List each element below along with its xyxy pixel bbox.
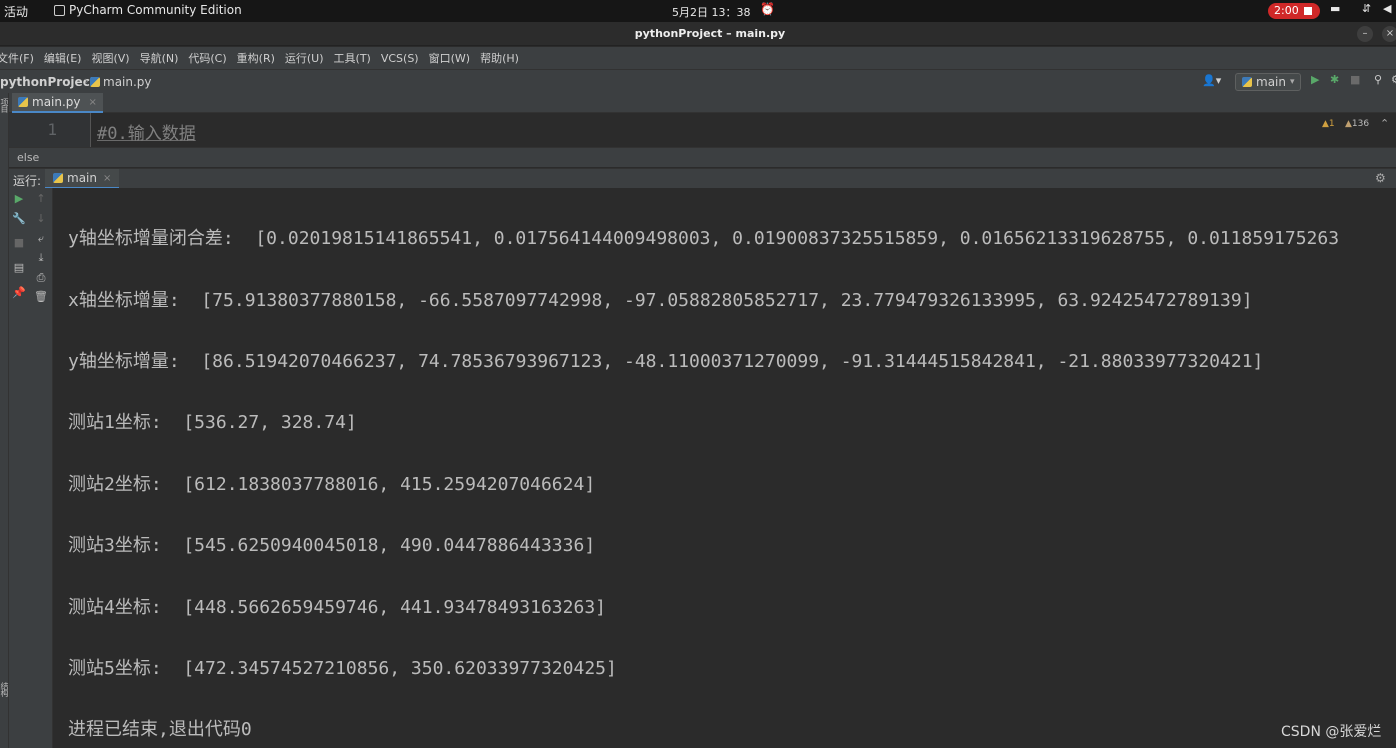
window-title: pythonProject – main.py [634,27,786,40]
weak-warning-count[interactable]: ▲136 [1345,119,1369,129]
stop-recording-icon [1304,7,1312,15]
console-line: 测站4坐标: [448.5662659459746, 441.934784931… [68,597,606,618]
menu-run[interactable]: 运行(U) [280,50,329,66]
console-line: 测站5坐标: [472.34574527210856, 350.62033977… [68,658,617,679]
console-line: 测站1坐标: [536.27, 328.74] [68,412,357,433]
rerun-button[interactable]: ▶ [12,192,26,205]
app-name: PyCharm Community Edition [69,3,242,17]
debug-button[interactable]: ✱ [1330,73,1339,86]
console-line: y轴坐标增量闭合差: [0.02019815141865541, 0.01756… [68,228,1340,249]
code-line[interactable]: #0.输入数据 [97,119,196,144]
csdn-watermark: CSDN @张爱烂 [1281,724,1382,740]
alarm-bell-icon: ⏰ [760,2,775,16]
run-button[interactable]: ▶ [1311,73,1319,86]
menu-tools[interactable]: 工具(T) [329,50,376,66]
pin-icon[interactable]: 📌 [12,286,26,299]
window-title-bar: pythonProject – main.py – × [0,22,1396,46]
user-account-icon[interactable]: 👤▾ [1202,74,1221,87]
menu-help[interactable]: 帮助(H) [475,50,524,66]
python-file-icon [1242,77,1252,87]
scroll-to-end-icon[interactable]: ⤓ [34,251,48,265]
down-arrow-icon[interactable]: ↓ [34,212,48,225]
menu-refactor[interactable]: 重构(R) [232,50,280,66]
close-run-tab-icon[interactable]: × [103,173,111,184]
python-file-icon [90,77,100,87]
activities-button[interactable]: 活动 [4,3,28,20]
breadcrumb-file[interactable]: main.py [90,75,152,89]
up-arrow-icon[interactable]: ↑ [34,192,48,205]
editor-tab-main-py[interactable]: main.py × [12,93,103,113]
line-number: 1 [47,120,57,139]
search-icon[interactable]: ⚲ [1374,73,1382,86]
system-top-bar: 活动 PyCharm Community Edition 5月2日 13：38 … [0,0,1396,22]
close-window-button[interactable]: × [1382,26,1396,42]
run-panel-header: 运行: main × ⚙ [9,168,1396,189]
project-tool-window-tab[interactable]: 项目 [0,99,9,114]
keyboard-icon[interactable]: ▬ [1330,2,1340,15]
editor-breadcrumb: else [9,147,1396,167]
structure-tool-window-tab[interactable]: 结构 [0,683,9,698]
network-icon[interactable]: ⇵ [1362,2,1371,15]
run-tab-label: main [67,171,97,185]
warning-count[interactable]: ▲1 [1322,119,1335,129]
soft-wrap-icon[interactable]: ⤶ [34,232,48,246]
run-console-output[interactable]: y轴坐标增量闭合差: [0.02019815141865541, 0.01756… [53,188,1396,748]
breadcrumb-separator: › [84,74,89,88]
breadcrumb-file-label: main.py [103,75,152,89]
menu-bar: 文件(F) 编辑(E) 视图(V) 导航(N) 代码(C) 重构(R) 运行(U… [0,47,1396,69]
wrench-icon[interactable]: 🔧 [12,212,26,225]
breadcrumb-project[interactable]: pythonProject [0,75,96,89]
python-file-icon [18,97,28,107]
recording-indicator[interactable]: 2:00 [1268,3,1320,19]
gear-icon[interactable]: ⚙ [1375,171,1386,185]
menu-file[interactable]: 文件(F) [0,50,39,66]
console-line: y轴坐标增量: [86.51942070466237, 74.785367939… [68,351,1264,372]
run-toolbar: ▶ ↑ 🔧 ↓ ■ ⤶ ⤓ ▤ ⎙ 📌 🗑 [9,188,53,748]
run-configuration-label: main [1256,75,1286,89]
print-icon[interactable]: ⎙ [34,271,48,285]
code-editor[interactable]: 1 #0.输入数据 ▲1 ▲136 ⌃ [9,113,1396,147]
run-panel-label: 运行: [13,174,42,188]
editor-tab-label: main.py [32,95,81,109]
recording-time: 2:00 [1274,4,1299,17]
stop-button[interactable]: ■ [1350,73,1360,86]
stop-icon[interactable]: ■ [12,236,26,249]
console-line: 测站2坐标: [612.1838037788016, 415.259420704… [68,474,596,495]
navigation-bar: pythonProject › main.py 👤▾ main ▾ ▶ ✱ ■ … [0,69,1396,93]
editor-tab-bar: main.py × [9,93,1396,113]
console-line: 进程已结束,退出代码0 [68,719,252,740]
chevron-down-icon: ▾ [1289,77,1295,87]
pycharm-app-icon [54,4,65,16]
settings-icon[interactable]: ⚙ [1391,73,1396,86]
run-configuration-select[interactable]: main ▾ [1235,73,1301,91]
menu-view[interactable]: 视图(V) [86,50,134,66]
minimize-window-button[interactable]: – [1357,26,1373,42]
menu-vcs[interactable]: VCS(S) [376,52,424,65]
line-number-gutter: 1 [9,113,91,147]
console-line: 测站3坐标: [545.6250940045018, 490.044788644… [68,535,596,556]
menu-edit[interactable]: 编辑(E) [39,50,87,66]
chevron-up-icon[interactable]: ⌃ [1380,117,1389,130]
menu-window[interactable]: 窗口(W) [424,50,475,66]
run-tab-main[interactable]: main × [45,169,120,189]
volume-icon[interactable]: ◀ [1383,2,1391,15]
close-tab-icon[interactable]: × [89,97,97,108]
console-line: x轴坐标增量: [75.91380377880158, -66.55870977… [68,290,1253,311]
trash-icon[interactable]: 🗑 [34,290,48,303]
breadcrumb-item[interactable]: else [17,151,39,164]
menu-code[interactable]: 代码(C) [183,50,231,66]
menu-navigate[interactable]: 导航(N) [135,50,184,66]
left-tool-strip: 项目 结构 [0,93,9,748]
clock[interactable]: 5月2日 13：38 [672,4,751,20]
app-menu[interactable]: PyCharm Community Edition [54,3,242,17]
python-file-icon [53,173,63,183]
layout-icon[interactable]: ▤ [12,261,26,274]
